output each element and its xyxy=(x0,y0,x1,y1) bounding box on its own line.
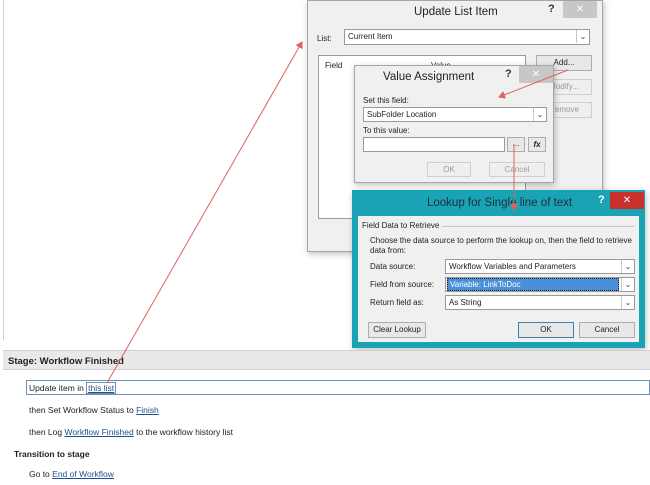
stage-header[interactable]: Stage: Workflow Finished xyxy=(3,350,650,370)
update-list-item-titlebar: Update List Item ? ✕ xyxy=(308,1,602,23)
set-field-label: Set this field: xyxy=(363,96,409,105)
arrow-to-update-list-item xyxy=(106,41,303,384)
to-value-input[interactable] xyxy=(363,137,505,152)
field-from-source-value: Variable: LinkToDoc xyxy=(447,278,619,291)
lookup-titlebar: Lookup for Single line of text ? ✕ xyxy=(354,192,644,214)
selected-action-box[interactable] xyxy=(26,380,650,395)
chevron-down-icon: ⌄ xyxy=(621,278,634,291)
formula-icon[interactable]: fx xyxy=(528,137,546,152)
help-icon[interactable]: ? xyxy=(505,68,512,80)
this-list-link[interactable]: this list xyxy=(86,382,117,394)
ok-button[interactable]: OK xyxy=(427,162,471,177)
return-field-label: Return field as: xyxy=(370,298,424,307)
workflow-action-update-item: Update item in this list xyxy=(29,382,117,394)
data-source-label: Data source: xyxy=(370,262,416,271)
action-text: then Log xyxy=(29,427,65,437)
lookup-description: Choose the data source to perform the lo… xyxy=(370,236,632,255)
chevron-down-icon: ⌄ xyxy=(576,30,589,43)
section-title: Field Data to Retrieve xyxy=(362,221,440,230)
value-assignment-dialog: Value Assignment ? ✕ Set this field: Sub… xyxy=(354,65,554,183)
field-from-source-dropdown[interactable]: Variable: LinkToDoc ⌄ xyxy=(445,277,635,292)
list-label: List: xyxy=(317,34,332,43)
dialog-title: Lookup for Single line of text xyxy=(427,197,573,209)
cancel-button[interactable]: Cancel xyxy=(579,322,635,338)
dialog-title: Update List Item xyxy=(414,6,498,18)
ok-button[interactable]: OK xyxy=(518,322,574,338)
dialog-title: Value Assignment xyxy=(383,71,475,83)
lookup-body: Field Data to Retrieve Choose the data s… xyxy=(358,216,639,342)
action-text: Go to xyxy=(29,469,53,479)
list-dropdown[interactable]: Current Item ⌄ xyxy=(344,29,590,45)
workspace-left-border xyxy=(3,0,4,340)
chevron-down-icon: ⌄ xyxy=(621,296,634,309)
stage-title: Stage: Workflow Finished xyxy=(8,356,124,367)
return-field-dropdown[interactable]: As String ⌄ xyxy=(445,295,635,310)
action-text: then Set Workflow Status to xyxy=(29,405,137,415)
clear-lookup-button[interactable]: Clear Lookup xyxy=(368,322,426,338)
transition-title: Transition to stage xyxy=(14,449,90,459)
help-icon[interactable]: ? xyxy=(548,3,555,15)
workflow-action-log: then Log Workflow Finished to the workfl… xyxy=(29,427,233,437)
data-source-dropdown[interactable]: Workflow Variables and Parameters ⌄ xyxy=(445,259,635,274)
set-field-value: SubFolder Location xyxy=(367,110,437,119)
set-field-dropdown[interactable]: SubFolder Location ⌄ xyxy=(363,107,547,122)
return-field-value: As String xyxy=(449,298,482,307)
workflow-transition-goto: Go to End of Workflow xyxy=(29,469,114,479)
lookup-dialog: Lookup for Single line of text ? ✕ Field… xyxy=(352,190,645,348)
close-button[interactable]: ✕ xyxy=(519,66,553,83)
close-button[interactable]: ✕ xyxy=(610,192,644,209)
workflow-action-set-status: then Set Workflow Status to Finish xyxy=(29,405,159,415)
lookup-ellipsis-button[interactable]: ... xyxy=(507,137,525,152)
to-value-label: To this value: xyxy=(363,126,410,135)
list-value: Current Item xyxy=(348,32,393,41)
close-button[interactable]: ✕ xyxy=(563,1,597,18)
field-from-source-label: Field from source: xyxy=(370,280,435,289)
end-of-workflow-link[interactable]: End of Workflow xyxy=(52,469,114,479)
finish-link[interactable]: Finish xyxy=(136,405,159,415)
value-assignment-titlebar: Value Assignment ? ✕ xyxy=(355,66,553,88)
action-text: Update item in xyxy=(29,383,87,393)
action-text: to the workflow history list xyxy=(133,427,233,437)
cancel-button[interactable]: Cancel xyxy=(489,162,545,177)
workflow-finished-link[interactable]: Workflow Finished xyxy=(64,427,133,437)
chevron-down-icon: ⌄ xyxy=(533,108,546,121)
workflow-stage: Stage: Workflow Finished xyxy=(3,350,650,485)
data-source-value: Workflow Variables and Parameters xyxy=(449,262,576,271)
help-icon[interactable]: ? xyxy=(598,194,605,206)
chevron-down-icon: ⌄ xyxy=(621,260,634,273)
section-divider xyxy=(442,226,634,227)
column-header-field: Field xyxy=(325,61,343,70)
